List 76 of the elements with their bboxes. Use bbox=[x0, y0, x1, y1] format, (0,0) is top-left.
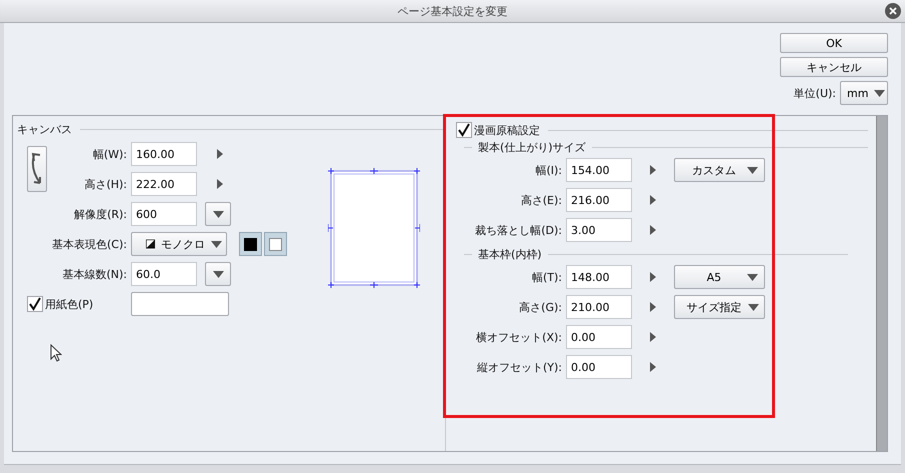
unit-label: 単位(U): bbox=[794, 86, 836, 100]
triangle-right-icon bbox=[649, 271, 657, 283]
dropdown-button[interactable] bbox=[205, 262, 231, 286]
field-label: 幅(T): bbox=[532, 270, 562, 284]
close-button[interactable] bbox=[885, 3, 901, 19]
group-title: キャンバス bbox=[17, 122, 72, 137]
window-title: ページ基本設定を変更 bbox=[398, 4, 508, 18]
field-label: 高さ(G): bbox=[519, 300, 562, 314]
caret-icon bbox=[212, 210, 224, 218]
triangle-right-icon bbox=[649, 361, 657, 373]
arrow-button[interactable] bbox=[648, 164, 658, 176]
caret-icon bbox=[874, 90, 886, 96]
arrow-button[interactable] bbox=[648, 271, 658, 283]
arrow-button[interactable] bbox=[648, 331, 658, 343]
color-mode-icon bbox=[146, 237, 155, 251]
input-field[interactable]: 60.0 bbox=[131, 262, 197, 286]
checkmark-icon bbox=[28, 297, 42, 311]
arrow-button[interactable] bbox=[215, 178, 225, 190]
input-field[interactable]: 222.00 bbox=[131, 172, 197, 196]
arrow-button[interactable] bbox=[648, 361, 658, 373]
paper-color-checkbox[interactable]: 用紙色(P) bbox=[17, 296, 94, 312]
ok-button[interactable]: OK bbox=[780, 33, 888, 53]
caret-icon bbox=[212, 270, 224, 278]
checkmark-icon bbox=[457, 123, 471, 137]
arrow-button[interactable] bbox=[648, 194, 658, 206]
field-label: 横オフセット(X): bbox=[476, 330, 562, 344]
field-label: 裁ち落とし幅(D): bbox=[475, 222, 562, 238]
paper-color-field[interactable] bbox=[131, 292, 229, 316]
field-label: 高さ(E): bbox=[520, 192, 562, 208]
caret-icon bbox=[748, 304, 758, 310]
triangle-right-icon bbox=[649, 224, 657, 236]
input-field[interactable]: 3.00 bbox=[566, 218, 632, 242]
manga-settings-checkbox[interactable]: 漫画原稿設定 bbox=[456, 122, 540, 138]
caret-icon bbox=[747, 166, 758, 174]
unit-dropdown[interactable]: mm bbox=[840, 81, 888, 105]
dropdown-button[interactable] bbox=[205, 202, 231, 226]
arrow-button[interactable] bbox=[648, 301, 658, 313]
caret-icon bbox=[211, 240, 222, 248]
rotate-arrows-icon bbox=[30, 151, 44, 187]
input-field[interactable]: 154.00 bbox=[566, 158, 632, 182]
input-field[interactable]: 216.00 bbox=[566, 188, 632, 212]
mouse-pointer-icon bbox=[50, 344, 62, 362]
rotate-button[interactable] bbox=[27, 146, 47, 192]
preset-dropdown[interactable]: サイズ指定 bbox=[674, 295, 765, 319]
section-title: 基本枠(内枠) bbox=[478, 247, 542, 262]
field-label: 基本線数(N): bbox=[62, 266, 127, 282]
triangle-right-icon bbox=[649, 164, 657, 176]
input-field[interactable]: 210.00 bbox=[566, 295, 632, 319]
field-label: 幅(I): bbox=[535, 162, 562, 178]
color-mode-dropdown[interactable]: モノクロ bbox=[131, 232, 227, 256]
cancel-button[interactable]: キャンセル bbox=[780, 57, 888, 77]
arrow-button[interactable] bbox=[648, 224, 658, 236]
triangle-right-icon bbox=[649, 194, 657, 206]
caret-icon bbox=[747, 274, 758, 280]
input-field[interactable]: 148.00 bbox=[566, 265, 632, 289]
triangle-right-icon bbox=[649, 331, 657, 343]
triangle-right-icon bbox=[649, 301, 657, 313]
arrow-button[interactable] bbox=[215, 148, 225, 160]
input-field[interactable]: 160.00 bbox=[131, 142, 197, 166]
preset-dropdown[interactable]: A5 bbox=[674, 265, 765, 289]
field-label: 高さ(H): bbox=[84, 176, 127, 192]
input-field[interactable]: 0.00 bbox=[566, 355, 632, 379]
input-field[interactable]: 600 bbox=[131, 202, 197, 226]
triangle-right-icon bbox=[216, 148, 224, 160]
input-field[interactable]: 0.00 bbox=[566, 325, 632, 349]
field-label: 解像度(R): bbox=[74, 206, 127, 222]
section-title: 製本(仕上がり)サイズ bbox=[478, 140, 586, 155]
field-label: 基本表現色(C): bbox=[52, 236, 127, 252]
close-icon bbox=[889, 7, 897, 15]
triangle-right-icon bbox=[216, 178, 224, 190]
scrollbar[interactable] bbox=[876, 116, 887, 451]
preset-dropdown[interactable]: カスタム bbox=[674, 158, 765, 182]
sub-color-swatch[interactable] bbox=[264, 232, 287, 256]
field-label: 縦オフセット(Y): bbox=[476, 360, 562, 374]
main-color-swatch[interactable] bbox=[239, 232, 262, 256]
field-label: 幅(W): bbox=[92, 146, 127, 162]
